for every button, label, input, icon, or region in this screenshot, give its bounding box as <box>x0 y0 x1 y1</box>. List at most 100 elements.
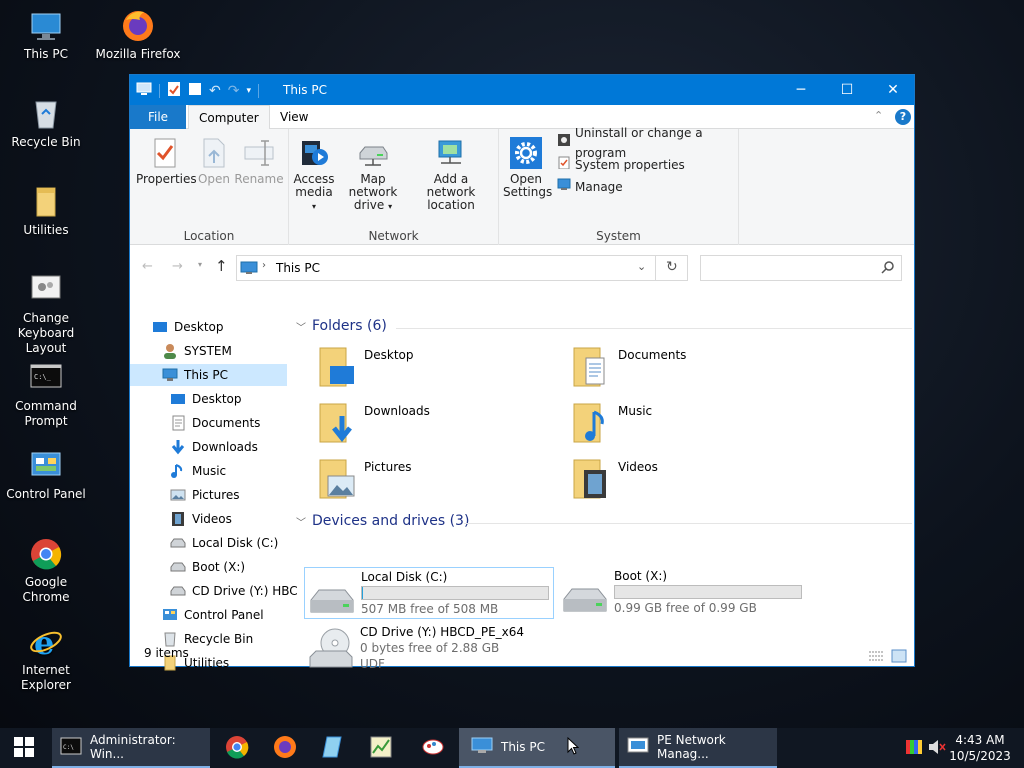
system-properties-button[interactable]: System properties <box>557 155 685 175</box>
customize-dropdown-icon[interactable]: ▾ <box>246 86 251 96</box>
nav-item-documents[interactable]: Documents <box>170 412 260 434</box>
ribbon: Properties Open Rename Location Access m… <box>130 126 914 245</box>
volume-muted-icon <box>928 739 946 758</box>
pinned-task-manager[interactable] <box>366 728 396 768</box>
add-network-location-button[interactable]: Add a network location <box>411 137 491 212</box>
desktop-icon-google-chrome[interactable]: Google Chrome <box>0 536 92 605</box>
desktop-icon-this-pc[interactable]: This PC <box>0 8 92 62</box>
recycle-bin-icon <box>28 96 64 132</box>
forward-arrow-icon[interactable]: → <box>172 259 183 274</box>
properties-button[interactable]: Properties <box>136 137 197 186</box>
taskbar-item-this-pc[interactable]: This PC <box>459 728 615 768</box>
nav-item-downloads[interactable]: Downloads <box>170 436 258 458</box>
maximize-button[interactable]: ☐ <box>824 75 870 105</box>
redo-icon[interactable]: ↷ <box>228 83 240 99</box>
folder-downloads[interactable]: Downloads <box>316 398 430 448</box>
pinned-notepad[interactable] <box>318 728 348 768</box>
nav-item-local-disk[interactable]: Local Disk (C:) <box>170 532 278 554</box>
desktop-icon-internet-explorer[interactable]: e Internet Explorer <box>0 624 92 693</box>
desktop-icon-control-panel[interactable]: Control Panel <box>0 448 92 502</box>
access-media-button[interactable]: Access media ▾ <box>293 137 335 213</box>
address-dropdown-icon[interactable]: ⌄ <box>637 260 646 273</box>
folder-music[interactable]: Music <box>570 398 652 448</box>
item-count: 9 items <box>144 646 189 660</box>
open-icon <box>198 137 230 169</box>
drives-section-header[interactable]: ﹀ Devices and drives (3) <box>296 513 912 529</box>
desktop-icon-label: Recycle Bin <box>11 135 81 149</box>
folder-pictures[interactable]: Pictures <box>316 454 412 504</box>
drive-local-disk[interactable]: Local Disk (C:) 507 MB free of 508 MB <box>304 567 554 619</box>
tab-view[interactable]: View <box>270 105 318 129</box>
tab-computer[interactable]: Computer <box>188 105 270 130</box>
desktop-icon-firefox[interactable]: Mozilla Firefox <box>92 8 184 62</box>
system-properties-icon <box>557 155 571 175</box>
navigation-pane: Desktop SYSTEM This PC Desktop Documents… <box>130 316 298 671</box>
address-bar[interactable]: › This PC ⌄ ↻ <box>236 255 688 281</box>
keyboard-layout-icon <box>28 272 64 308</box>
hard-drive-icon <box>170 562 186 572</box>
desktop-icon-utilities[interactable]: Utilities <box>0 184 92 238</box>
ribbon-group-label: System <box>596 229 641 243</box>
pinned-firefox[interactable] <box>270 728 300 768</box>
rename-button[interactable]: Rename <box>234 137 284 186</box>
minimize-button[interactable]: ─ <box>778 75 824 105</box>
start-button[interactable] <box>0 728 48 768</box>
pinned-chrome[interactable] <box>222 728 252 768</box>
ribbon-group-system: Open Settings Uninstall or change a prog… <box>499 126 739 245</box>
nav-item-cd-drive[interactable]: CD Drive (Y:) HBC <box>170 580 298 602</box>
open-settings-button[interactable]: Open Settings <box>503 137 552 199</box>
properties-icon[interactable] <box>167 81 181 100</box>
search-input[interactable] <box>700 255 902 281</box>
breadcrumb-this-pc[interactable]: This PC <box>276 261 320 275</box>
hard-drive-icon <box>309 586 355 619</box>
desktop-icon-command-prompt[interactable]: C:\_ Command Prompt <box>0 360 92 429</box>
nav-item-boot[interactable]: Boot (X:) <box>170 556 245 578</box>
nav-item-videos[interactable]: Videos <box>170 508 232 530</box>
nav-item-pictures[interactable]: Pictures <box>170 484 240 506</box>
music-folder-icon <box>570 402 610 444</box>
desktop-icon-label: Control Panel <box>6 487 86 501</box>
back-arrow-icon[interactable]: ← <box>142 259 153 274</box>
map-network-drive-button[interactable]: Map network drive ▾ <box>337 137 409 213</box>
close-button[interactable]: ✕ <box>870 75 916 105</box>
folders-section-header[interactable]: ﹀ Folders (6) <box>296 318 912 334</box>
firefox-icon <box>273 735 297 762</box>
folder-icon <box>28 184 64 220</box>
recent-locations-dropdown-icon[interactable]: ▾ <box>198 260 202 269</box>
folder-documents[interactable]: Documents <box>570 342 686 392</box>
tab-file[interactable]: File <box>130 105 186 129</box>
open-button[interactable]: Open <box>194 137 234 186</box>
collapse-ribbon-icon[interactable]: ⌃ <box>874 109 883 122</box>
details-view-icon[interactable] <box>868 646 884 672</box>
desktop-icon-label: This PC <box>24 47 68 61</box>
desktop-icon-recycle-bin[interactable]: Recycle Bin <box>0 96 92 150</box>
nav-item-system[interactable]: SYSTEM <box>162 340 232 362</box>
desktop-icon-change-keyboard-layout[interactable]: Change Keyboard Layout <box>0 272 92 356</box>
help-icon[interactable]: ? <box>895 109 911 125</box>
up-arrow-icon[interactable]: ↑ <box>215 257 228 275</box>
large-icons-view-icon[interactable] <box>891 646 907 672</box>
tray-volume-muted[interactable] <box>926 728 948 768</box>
nav-item-desktop[interactable]: Desktop <box>152 316 224 338</box>
settings-gear-icon <box>510 137 542 169</box>
explorer-window: ↶ ↷ ▾ This PC ─ ☐ ✕ File Computer View ⌃… <box>129 74 916 671</box>
taskbar-item-command-prompt[interactable]: C:\ Administrator: Win... <box>52 728 210 768</box>
music-icon <box>171 464 183 478</box>
nav-item-pc-desktop[interactable]: Desktop <box>170 388 242 410</box>
folder-desktop[interactable]: Desktop <box>316 342 414 392</box>
uninstall-program-button[interactable]: Uninstall or change a program <box>557 126 738 160</box>
manage-button[interactable]: Manage <box>557 177 623 197</box>
nav-item-music[interactable]: Music <box>170 460 226 482</box>
taskbar-item-pe-network-manager[interactable]: PE Network Manag... <box>619 728 777 768</box>
folder-videos[interactable]: Videos <box>570 454 658 504</box>
undo-icon[interactable]: ↶ <box>209 83 221 99</box>
pinned-paint[interactable] <box>418 728 448 768</box>
clock[interactable]: 4:43 AM 10/5/2023 <box>949 728 1011 768</box>
new-folder-icon[interactable] <box>188 81 202 100</box>
pictures-icon <box>170 489 186 501</box>
tray-color-icon[interactable] <box>904 728 924 768</box>
drive-boot[interactable]: Boot (X:) 0.99 GB free of 0.99 GB <box>558 567 808 619</box>
refresh-icon[interactable]: ↻ <box>666 259 678 275</box>
nav-item-this-pc[interactable]: This PC <box>130 364 287 386</box>
nav-item-control-panel[interactable]: Control Panel <box>162 604 264 626</box>
